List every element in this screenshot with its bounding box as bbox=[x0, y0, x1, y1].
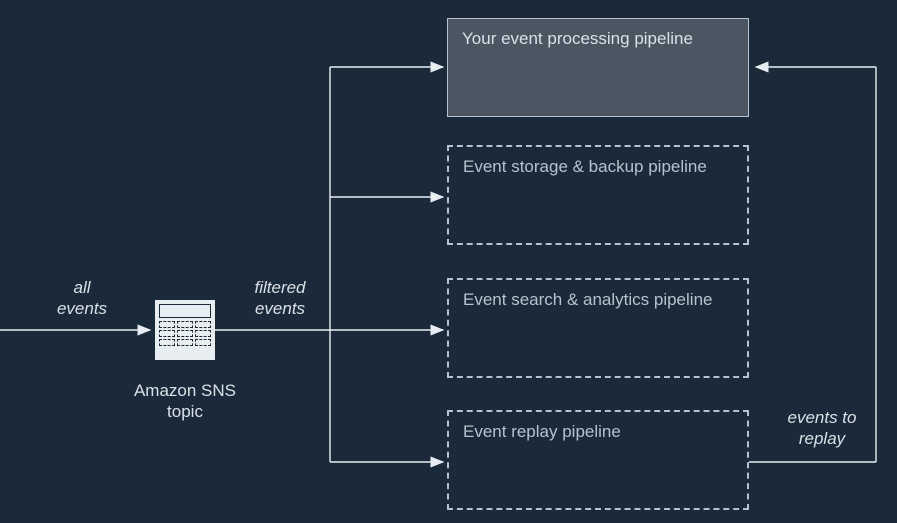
pipeline-processing-box: Your event processing pipeline bbox=[447, 18, 749, 117]
pipeline-analytics-title: Event search & analytics pipeline bbox=[463, 290, 712, 309]
sns-topic-icon bbox=[155, 300, 215, 360]
pipeline-storage-title: Event storage & backup pipeline bbox=[463, 157, 707, 176]
label-all-events: all events bbox=[52, 277, 112, 320]
pipeline-replay-title: Event replay pipeline bbox=[463, 422, 621, 441]
pipeline-processing-title: Your event processing pipeline bbox=[462, 29, 693, 48]
label-events-to-replay: events to replay bbox=[777, 407, 867, 450]
pipeline-storage-box: Event storage & backup pipeline bbox=[447, 145, 749, 245]
sns-topic-caption: Amazon SNS topic bbox=[128, 380, 242, 423]
label-filtered-events: filtered events bbox=[240, 277, 320, 320]
pipeline-replay-box: Event replay pipeline bbox=[447, 410, 749, 510]
pipeline-analytics-box: Event search & analytics pipeline bbox=[447, 278, 749, 378]
